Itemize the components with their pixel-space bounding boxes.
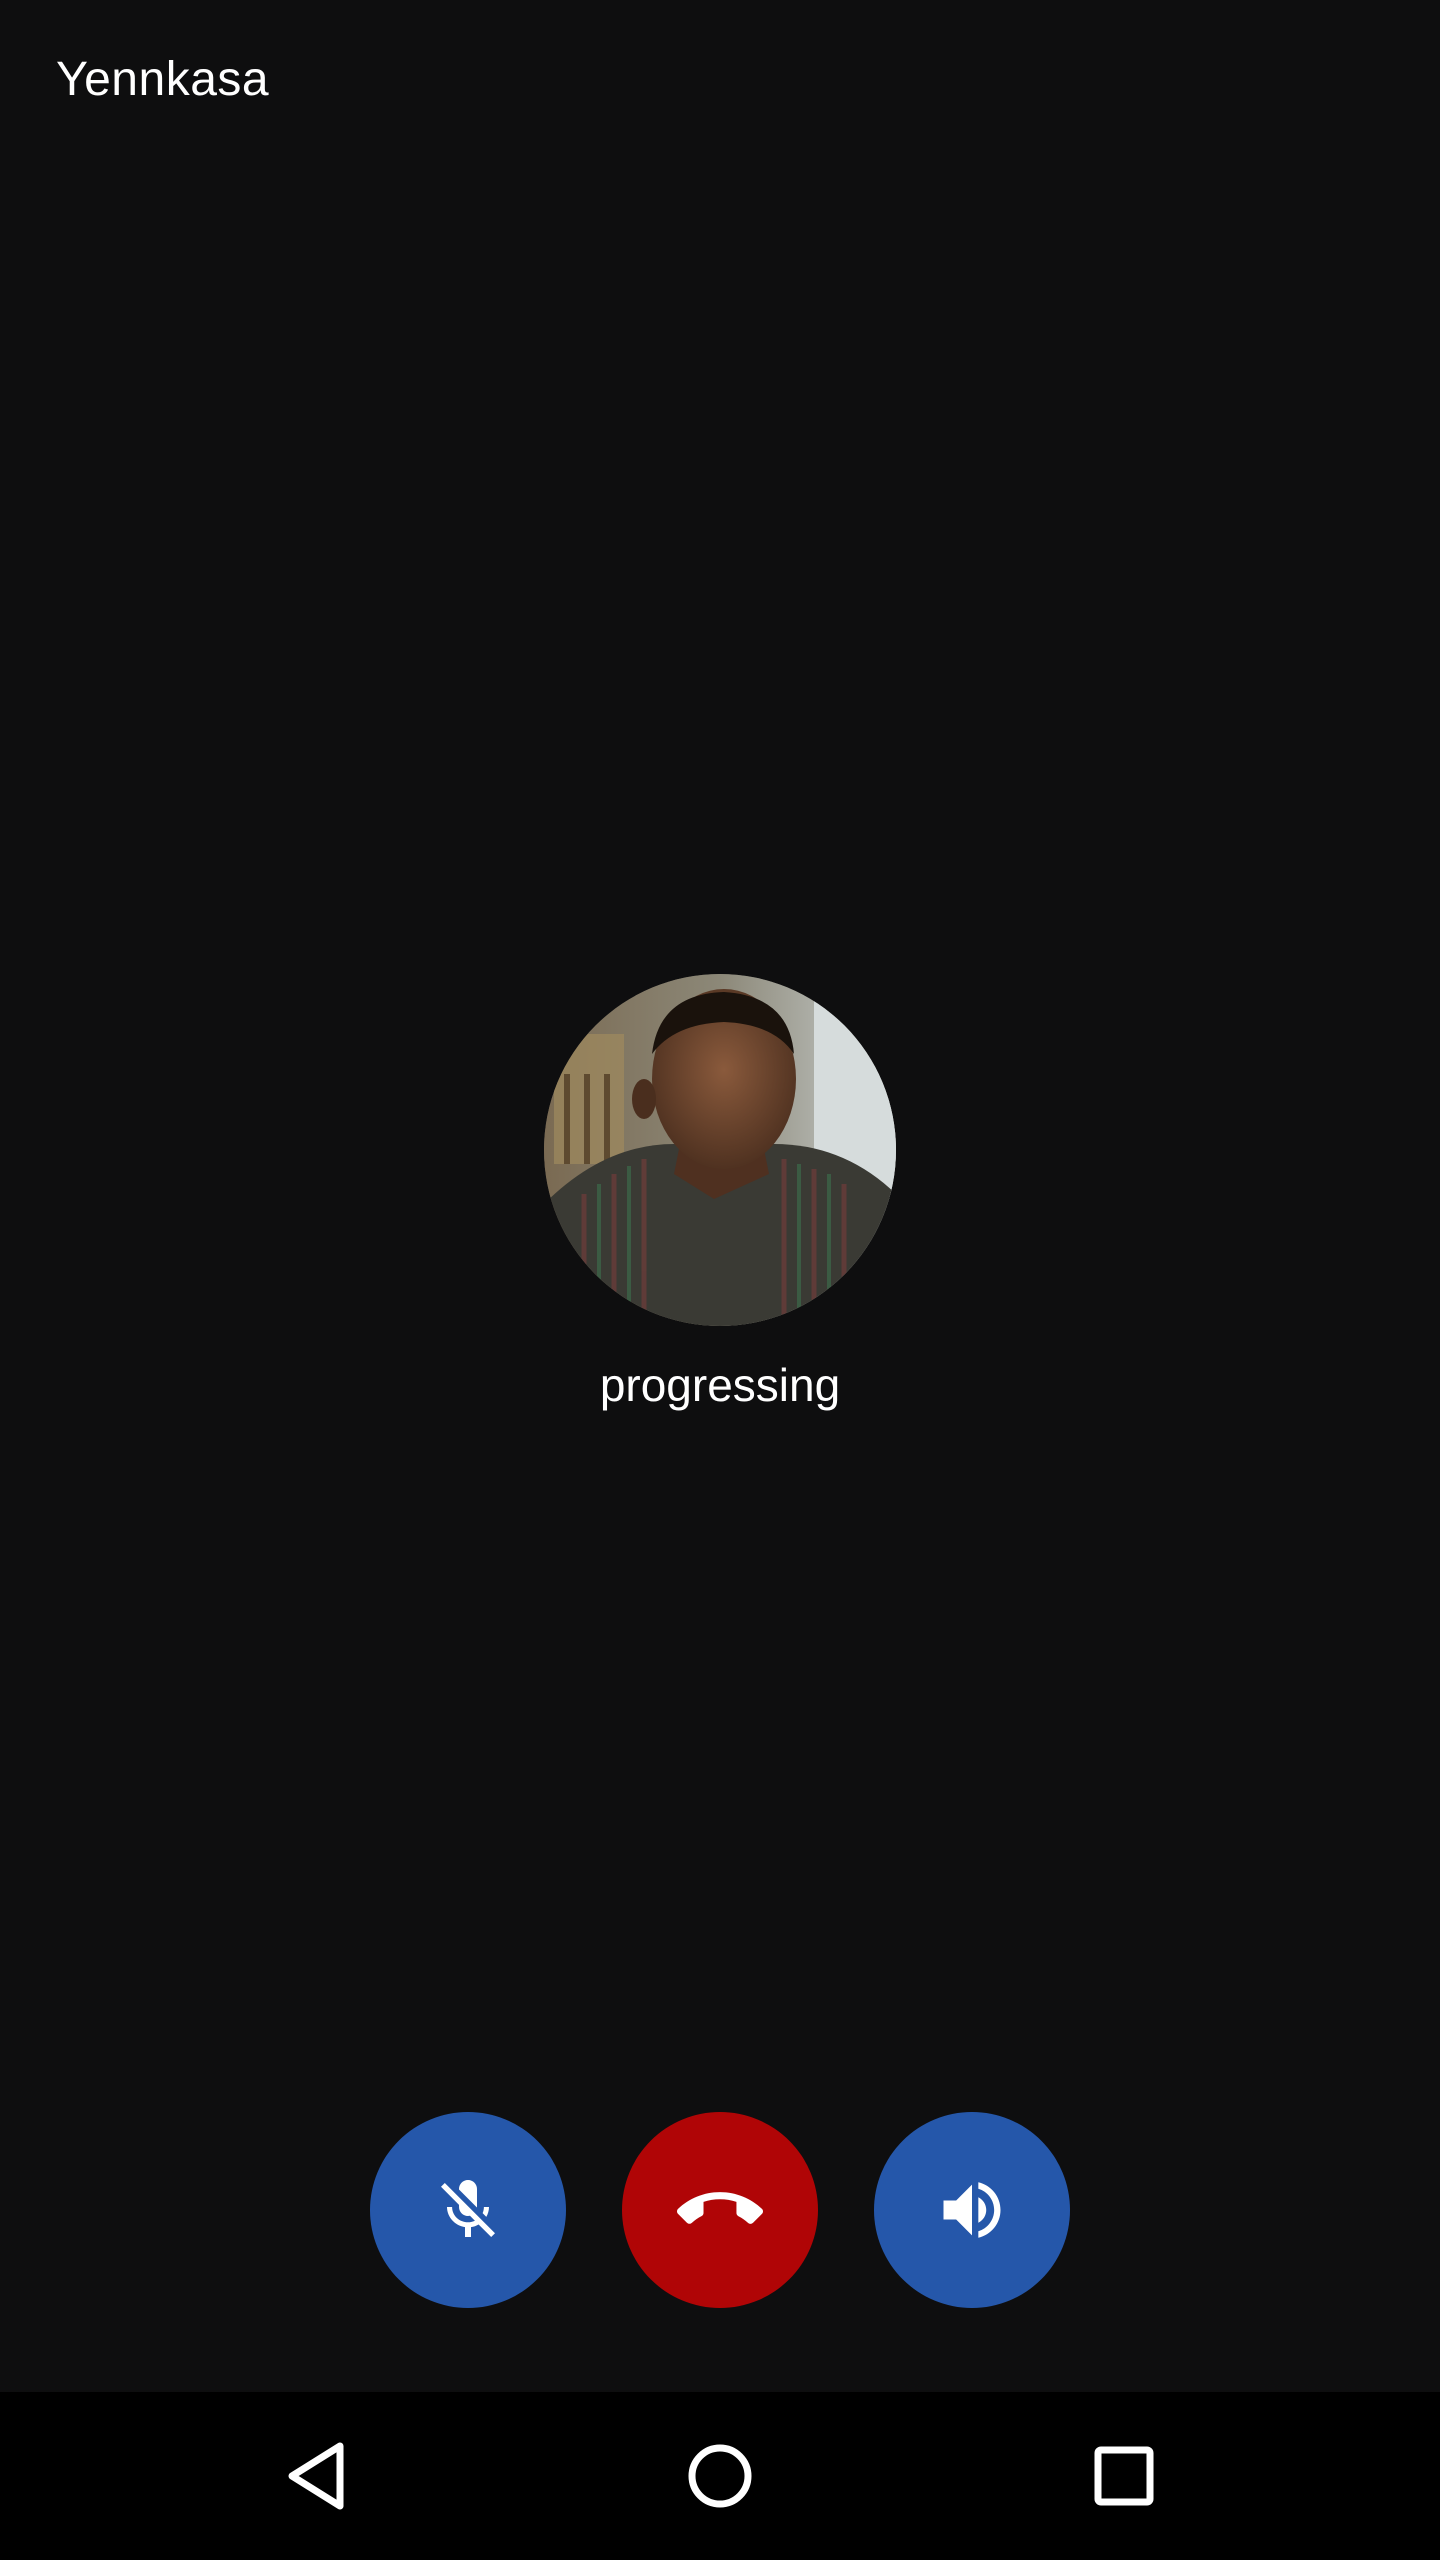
home-icon (688, 2444, 752, 2508)
mute-button[interactable] (370, 2112, 566, 2308)
call-screen: Yennkasa progressing (0, 0, 1440, 2560)
nav-back-button[interactable] (216, 2392, 416, 2560)
call-status: progressing (599, 1359, 841, 1411)
back-icon (288, 2442, 344, 2510)
hangup-button[interactable] (622, 2112, 818, 2308)
nav-home-button[interactable] (620, 2392, 820, 2560)
nav-recents-button[interactable] (1024, 2392, 1224, 2560)
system-navigation-bar (0, 2392, 1440, 2560)
speaker-button[interactable] (874, 2112, 1070, 2308)
volume-up-icon (943, 2182, 1001, 2238)
mic-off-icon (441, 2180, 495, 2237)
contact-photo-icon (544, 974, 896, 1326)
call-end-icon (677, 2192, 763, 2224)
recents-icon (1094, 2446, 1154, 2506)
contact-avatar (544, 974, 896, 1326)
call-controls (0, 2112, 1440, 2308)
caller-name: Yennkasa (56, 53, 270, 106)
